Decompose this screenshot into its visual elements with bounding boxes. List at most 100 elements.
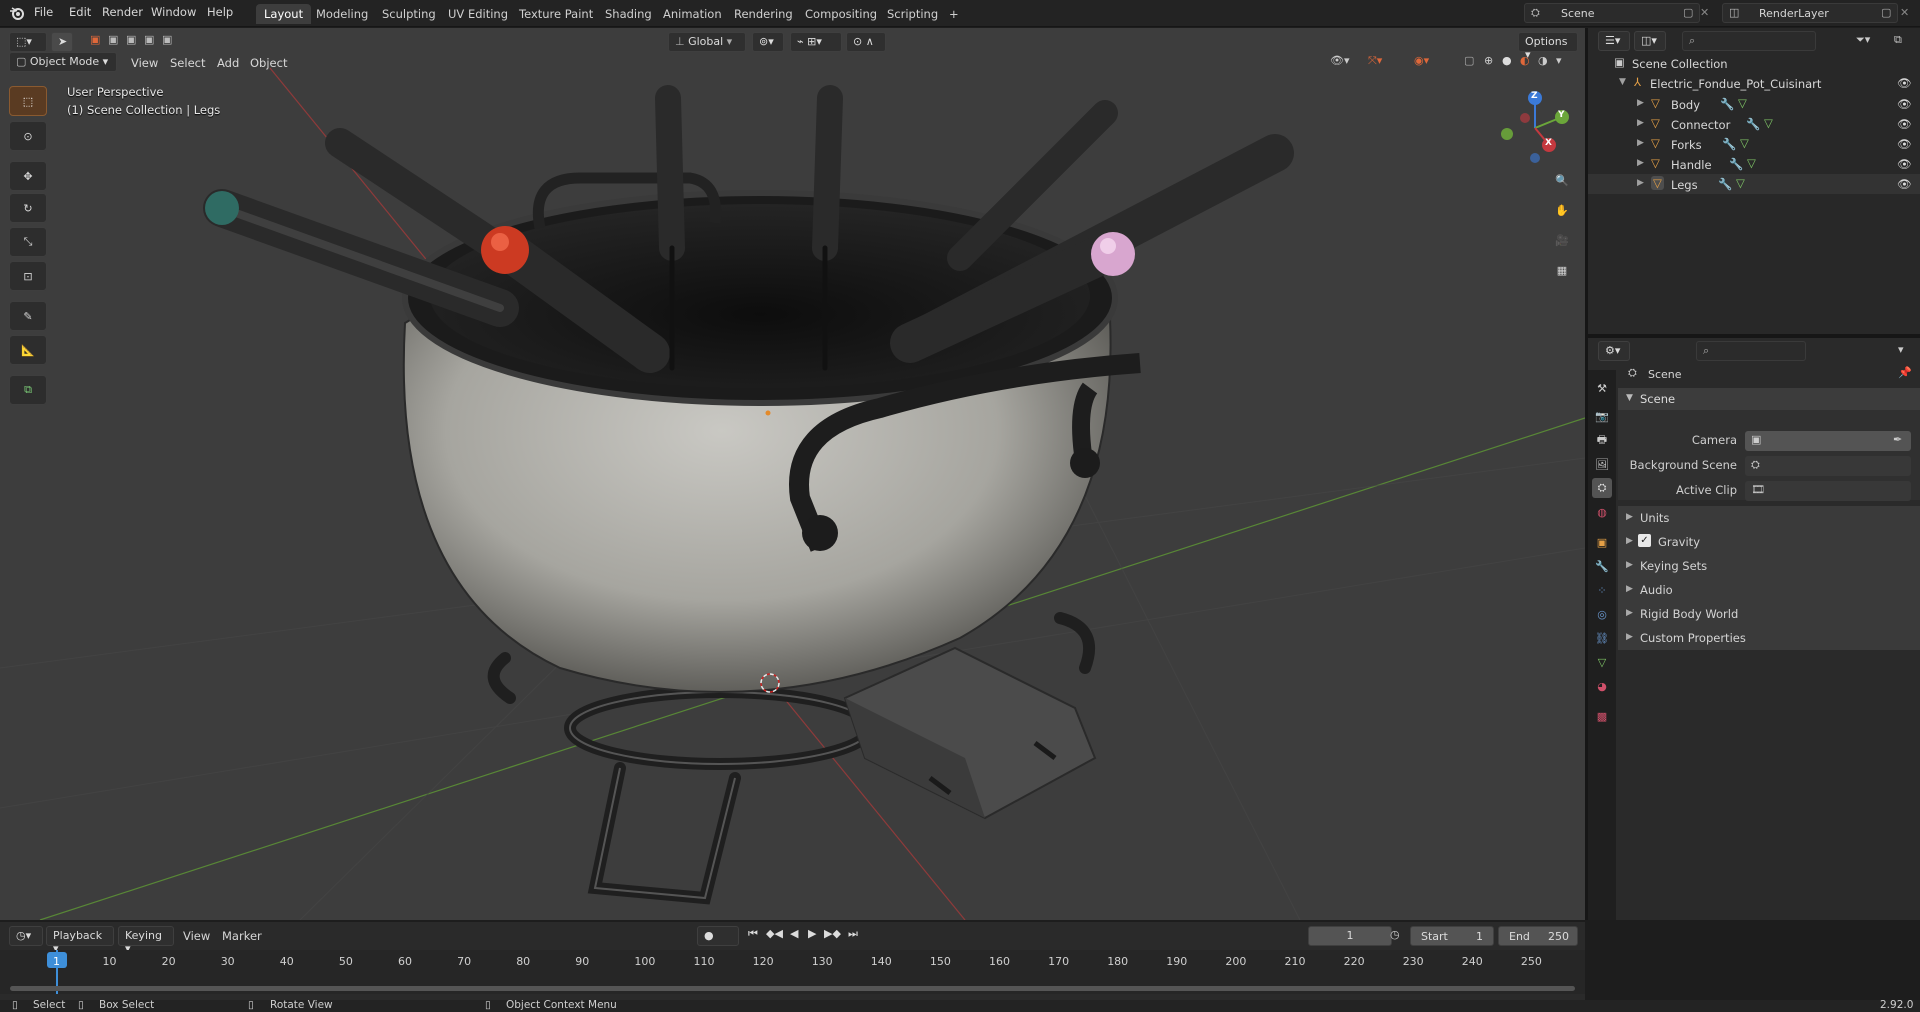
menu-marker[interactable]: Marker xyxy=(222,929,262,943)
timeline-editor-type[interactable]: ◷▾ xyxy=(9,926,43,946)
tab-data[interactable]: ▽ xyxy=(1592,652,1612,672)
play-reverse-icon[interactable]: ◀ xyxy=(790,927,798,940)
properties-search[interactable]: ⌕ xyxy=(1696,341,1806,361)
tab-tool[interactable]: ⚒ xyxy=(1592,378,1612,398)
select-invert-icon[interactable]: ▣ xyxy=(144,33,154,46)
editor-type-button[interactable]: ⬚▾ xyxy=(9,32,47,52)
camera-field[interactable]: ▣ ✒ xyxy=(1745,431,1911,451)
menu-view[interactable]: View xyxy=(131,56,158,70)
eyedropper-icon[interactable]: ✒ xyxy=(1893,433,1902,446)
tab-rendering[interactable]: Rendering xyxy=(726,4,801,24)
outliner-item-body[interactable]: ▶ ▽ Body 🔧 ▽ 👁 xyxy=(1588,94,1920,114)
3d-viewport[interactable]: ⬚▾ ➤ ▣ ▣ ▣ ▣ ▣ ⊥ Global ▾ ⊚▾ ⌁ ⊞▾ ⊙ ∧ Op… xyxy=(0,28,1585,920)
xray-toggle-icon[interactable]: ▢ xyxy=(1464,54,1474,67)
orientation-dropdown[interactable]: ⊥ Global ▾ xyxy=(668,32,746,52)
menu-select[interactable]: Select xyxy=(170,56,205,70)
new-view-layer-icon[interactable]: ▢ xyxy=(1881,6,1891,19)
menu-edit[interactable]: Edit xyxy=(69,5,91,19)
material-shading-icon[interactable]: ◐ xyxy=(1520,54,1530,67)
tab-material[interactable]: ◕ xyxy=(1592,676,1612,696)
menu-view[interactable]: View xyxy=(183,929,210,943)
tab-layout[interactable]: Layout xyxy=(256,4,312,24)
rotate-tool[interactable]: ↻ xyxy=(9,193,47,223)
menu-add[interactable]: Add xyxy=(217,56,239,70)
transform-tool[interactable]: ⊡ xyxy=(9,261,47,291)
filter-icon[interactable]: ⏷▾ xyxy=(1856,33,1870,47)
pin-icon[interactable]: 📌 xyxy=(1898,366,1912,379)
expand-icon[interactable]: ▶ xyxy=(1637,178,1644,188)
visibility-eye-icon[interactable]: 👁 xyxy=(1897,117,1912,131)
new-scene-icon[interactable]: ▢ xyxy=(1683,6,1693,19)
expand-icon[interactable]: ▶ xyxy=(1637,118,1644,128)
proportional-edit-toggle[interactable]: ⊙ ∧ xyxy=(846,32,886,52)
visibility-eye-icon[interactable]: 👁 xyxy=(1897,137,1912,151)
tab-texture[interactable]: ▩ xyxy=(1592,706,1612,726)
visibility-eye-icon[interactable]: 👁 xyxy=(1897,157,1912,171)
visibility-eye-icon[interactable]: 👁 xyxy=(1897,97,1912,111)
blender-logo-icon[interactable] xyxy=(9,5,25,21)
menu-render[interactable]: Render xyxy=(102,5,143,19)
outliner-item-handle[interactable]: ▶ ▽ Handle 🔧 ▽ 👁 xyxy=(1588,154,1920,174)
tab-scene[interactable]: ⛭ xyxy=(1592,478,1612,498)
playback-dropdown[interactable]: Playback ▾ xyxy=(46,926,114,955)
add-cube-tool[interactable]: ⧉ xyxy=(9,375,47,405)
tab-constraints[interactable]: ⛓ xyxy=(1592,628,1612,648)
tab-particles[interactable]: ⁘ xyxy=(1592,580,1612,600)
jump-end-icon[interactable]: ⏭ xyxy=(848,927,858,941)
expand-icon[interactable]: ▼ xyxy=(1619,77,1626,87)
tab-modifiers[interactable]: 🔧 xyxy=(1592,556,1612,576)
custom-properties-panel[interactable]: ▶ Custom Properties xyxy=(1618,626,1920,650)
outliner-search[interactable]: ⌕ xyxy=(1682,31,1816,51)
expand-icon[interactable]: ▶ xyxy=(1637,158,1644,168)
outliner-item-legs[interactable]: ▶ ▽ Legs 🔧 ▽ 👁 xyxy=(1588,174,1920,194)
next-keyframe-icon[interactable]: ▶◆ xyxy=(824,927,841,940)
new-collection-icon[interactable]: ⧉ xyxy=(1894,33,1902,47)
outliner-item-forks[interactable]: ▶ ▽ Forks 🔧 ▽ 👁 xyxy=(1588,134,1920,154)
camera-view-button[interactable]: 🎥 xyxy=(1550,228,1574,252)
visibility-eye-icon[interactable]: 👁 xyxy=(1897,76,1912,90)
tab-world[interactable]: ◍ xyxy=(1592,502,1612,522)
solid-shading-icon[interactable]: ● xyxy=(1502,54,1512,67)
delete-view-layer-icon[interactable]: ✕ xyxy=(1900,6,1909,19)
view-layer-selector[interactable]: ◫ RenderLayer ▢ xyxy=(1722,3,1898,23)
play-icon[interactable]: ▶ xyxy=(808,927,816,940)
select-box-tool[interactable]: ⬚ xyxy=(9,86,47,116)
audio-panel[interactable]: ▶ Audio xyxy=(1618,578,1920,602)
tab-output[interactable]: 🖶 xyxy=(1592,430,1612,450)
select-subtract-icon[interactable]: ▣ xyxy=(126,33,136,46)
tab-animation[interactable]: Animation xyxy=(655,4,730,24)
tab-uv-editing[interactable]: UV Editing xyxy=(440,4,516,24)
select-intersect-icon[interactable]: ▣ xyxy=(162,33,172,46)
keying-dropdown[interactable]: Keying ▾ xyxy=(118,926,174,955)
cursor-tool[interactable]: ⊙ xyxy=(9,121,47,151)
scene-collection-row[interactable]: ▣ Scene Collection xyxy=(1588,53,1920,73)
properties-editor-type[interactable]: ⚙▾ xyxy=(1598,341,1630,361)
timeline-scrollbar[interactable] xyxy=(10,986,1575,991)
add-workspace-button[interactable]: + xyxy=(941,4,967,24)
tab-compositing[interactable]: Compositing xyxy=(797,4,885,24)
snap-dropdown[interactable]: ⌁ ⊞▾ xyxy=(790,32,842,52)
pan-view-button[interactable]: ✋ xyxy=(1550,198,1574,222)
auto-keying-toggle[interactable]: ● xyxy=(697,926,739,946)
move-tool[interactable]: ✥ xyxy=(9,161,47,191)
select-new-icon[interactable]: ▣ xyxy=(90,33,100,46)
selection-mode-icons[interactable]: ▣ ▣ ▣ ▣ ▣ xyxy=(90,33,186,51)
gravity-panel[interactable]: ▶ ✓ Gravity xyxy=(1618,530,1920,554)
annotate-tool[interactable]: ✎ xyxy=(9,301,47,331)
jump-start-icon[interactable]: ⏮ xyxy=(748,927,758,941)
scene-selector[interactable]: ⛭ Scene ▢ xyxy=(1524,3,1700,23)
select-tool-mode[interactable]: ➤ xyxy=(51,32,73,52)
tab-sculpting[interactable]: Sculpting xyxy=(374,4,444,24)
expand-icon[interactable]: ▶ xyxy=(1637,98,1644,108)
active-clip-field[interactable]: 🎞 xyxy=(1745,481,1911,501)
outliner-display-mode[interactable]: ☰▾ xyxy=(1598,31,1630,51)
collection-row[interactable]: ▼ ⅄ Electric_Fondue_Pot_Cuisinart 👁 xyxy=(1588,73,1920,93)
end-frame-field[interactable]: End 250 xyxy=(1498,926,1578,946)
keying-sets-panel[interactable]: ▶ Keying Sets xyxy=(1618,554,1920,578)
menu-window[interactable]: Window xyxy=(151,5,196,19)
scene-panel-header[interactable]: ▼ Scene xyxy=(1618,388,1920,410)
menu-file[interactable]: File xyxy=(34,5,53,19)
properties-options-icon[interactable]: ▾ xyxy=(1898,343,1904,356)
scale-tool[interactable]: ⤡ xyxy=(9,227,47,257)
visibility-icon[interactable]: 👁▾ xyxy=(1330,54,1350,67)
